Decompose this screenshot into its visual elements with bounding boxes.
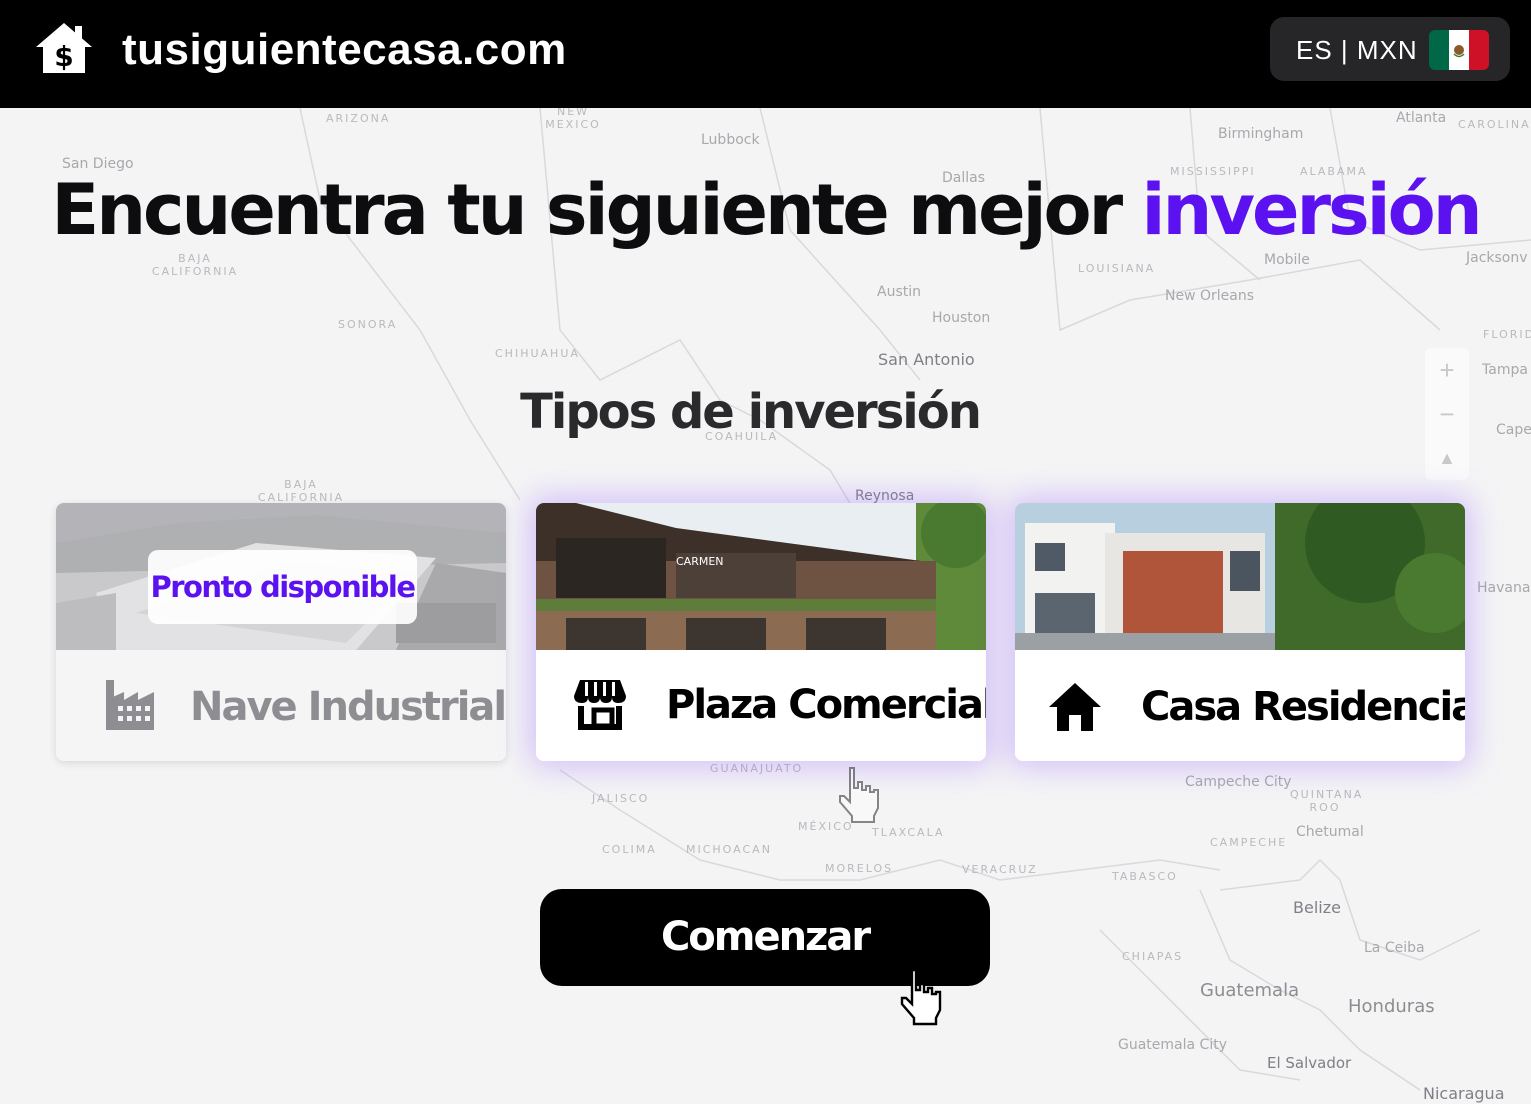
map-label: Guatemala [1200,980,1300,1001]
map-label: NEW MEXICO [545,105,601,131]
map-label: Tampa [1482,362,1528,378]
map-label: Austin [877,284,921,300]
map-label: SONORA [338,318,398,331]
map-label: Havana [1477,580,1531,596]
map-label: San Antonio [878,350,975,369]
section-subtitle: Tipos de inversión [520,384,982,440]
card-label: Casa Residencial [1141,684,1465,730]
svg-text:$: $ [54,40,73,73]
map-label: Campeche City [1185,774,1292,790]
map-label: Chetumal [1296,824,1364,840]
site-logo-text[interactable]: tusiguientecasa.com [122,24,567,76]
map-label: VERACRUZ [962,863,1038,876]
map-label: CHIAPAS [1122,950,1184,963]
map-label: Lubbock [701,132,760,148]
map-label: CAROLINA [1458,118,1531,131]
hero-title: Encuentra tu siguiente mejor inversión [0,170,1531,250]
map-label: GUANAJUATO [710,762,804,775]
zoom-out-button[interactable]: − [1425,392,1469,436]
map-label: El Salvador [1267,1054,1352,1072]
map-label: New Orleans [1165,288,1255,304]
locale-currency-selector[interactable]: ES | MXN [1270,17,1510,81]
pointer-hand-icon [839,767,879,823]
hero-title-main: Encuentra tu siguiente mejor [51,169,1142,251]
map-label: CHIHUAHUA [495,347,580,360]
map-label: BAJA CALIFORNIA [257,478,345,504]
pointer-hand-icon [900,968,942,1026]
storefront-icon [574,680,626,730]
map-controls: + − ▲ [1425,348,1469,480]
card-casa-residencial[interactable]: Casa Residencial [1015,503,1465,761]
plaza-sign-text: CARMEN [676,555,724,568]
coming-soon-badge: Pronto disponible [148,550,417,624]
card-plaza-comercial[interactable]: CARMEN Plaza Comercial [536,503,986,761]
map-label: JALISCO [592,792,650,805]
locale-label: ES | MXN [1296,35,1418,65]
map-label: CAMPECHE [1210,836,1288,849]
map-label: TLAXCALA [872,826,945,839]
map-label: Jacksonv [1466,250,1528,266]
map-label: Houston [932,310,991,326]
residential-house-photo [1015,503,1465,650]
top-navbar: $ tusiguientecasa.com ES | MXN [0,0,1531,108]
card-label-area: Plaza Comercial [536,650,986,761]
map-label: FLORID [1483,328,1531,341]
house-dollar-icon[interactable]: $ [33,20,95,76]
map-label: Honduras [1348,996,1435,1017]
map-label: BAJA CALIFORNIA [151,252,239,278]
compass-button[interactable]: ▲ [1425,436,1469,480]
commercial-plaza-photo: CARMEN [536,503,986,650]
map-label: MORELOS [825,862,894,875]
map-label: Birmingham [1218,126,1304,142]
card-label-area: Nave Industrial [56,650,506,761]
map-label: ARIZONA [326,112,391,125]
map-label: La Ceiba [1364,940,1425,956]
map-label: QUINTANA ROO [1290,788,1364,814]
map-label: COLIMA [602,843,657,856]
home-icon [1049,683,1101,731]
card-label: Plaza Comercial [666,682,986,728]
map-label: TABASCO [1112,870,1178,883]
map-label: Reynosa [855,488,915,504]
factory-icon [106,680,154,730]
map-label: Atlanta [1396,110,1447,126]
hero-title-accent: inversión [1141,169,1483,251]
map-label: Cape [1496,422,1531,438]
mexico-flag-icon [1429,30,1489,70]
map-label: MICHOACAN [686,843,772,856]
card-label-area: Casa Residencial [1015,650,1465,761]
zoom-in-button[interactable]: + [1425,348,1469,392]
map-label: LOUISIANA [1078,262,1156,275]
map-label: Mobile [1264,252,1310,268]
card-label: Nave Industrial [190,684,506,730]
map-label: Guatemala City [1118,1037,1227,1053]
map-label: Nicaragua [1423,1084,1505,1103]
map-label: Belize [1293,898,1341,917]
card-nave-industrial[interactable]: Pronto disponible Nave Industrial [56,503,506,761]
